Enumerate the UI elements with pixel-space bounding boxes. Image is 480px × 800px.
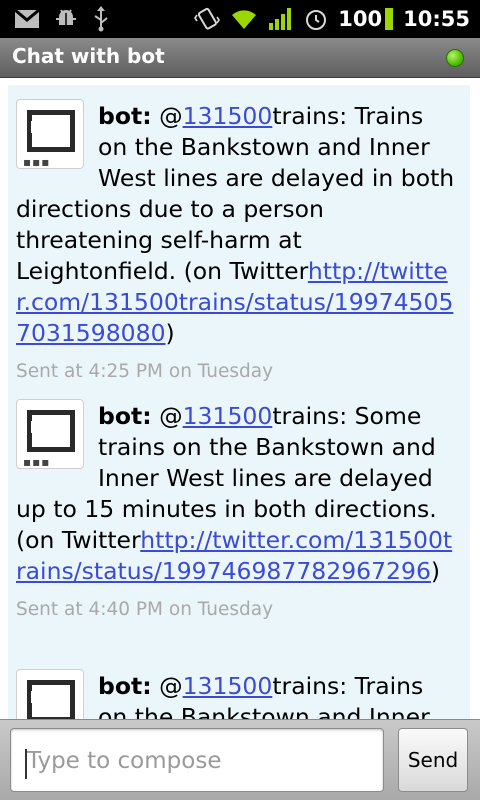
at-sign: @ [159,672,183,700]
mention-link[interactable]: 131500 [183,402,273,430]
status-bar-system: 100 10:55 [194,6,470,32]
at-sign: @ [159,402,183,430]
title-bar: Chat with bot [0,38,480,78]
avatar-menu-dots: ▪▪▪ [23,455,51,469]
message-item[interactable]: ▪▪▪ bot: @131500trains: Some trains on t… [16,391,456,620]
android-debug-icon [56,9,76,25]
presence-status-icon [446,49,464,67]
alarm-icon [306,10,327,30]
message-item[interactable]: ▪▪▪ bot: @131500trains: Trains on the Ba… [16,91,456,382]
signal-icon [269,8,292,30]
usb-icon [94,6,108,32]
chat-title: Chat with bot [12,44,165,68]
bot-avatar[interactable]: ▪▪▪ [16,669,84,719]
message-item[interactable]: ▪▪▪ bot: @131500trains: Trains on the Ba… [16,661,456,719]
avatar-menu-dots: ▪▪▪ [23,155,51,169]
message-timestamp: Sent at 4:40 PM on Tuesday [16,599,274,620]
bot-avatar[interactable]: ▪▪▪ [16,99,84,169]
send-button-label: Send [407,748,459,772]
status-bar: 100 10:55 [0,0,480,38]
at-sign: @ [159,102,183,130]
send-button[interactable]: Send [398,728,468,792]
chat-panel: ▪▪▪ bot: @131500trains: Trains on the Ba… [8,85,470,719]
wifi-icon [232,10,257,29]
compose-placeholder: Type to compose [27,748,222,774]
avatar-frame-gap [31,121,51,133]
avatar-frame-gap [31,691,51,703]
gmail-icon [14,9,40,28]
bot-avatar[interactable]: ▪▪▪ [16,399,84,469]
battery-level: 100 [338,7,383,31]
chat-history[interactable]: ▪▪▪ bot: @131500trains: Trains on the Ba… [0,79,480,719]
avatar-frame-gap [31,421,51,433]
message-sender: bot: [98,402,152,430]
status-bar-notifications [14,6,110,32]
message-text-end: ) [165,319,175,347]
message-text-end: ) [430,557,441,585]
compose-bar: Type to compose Send [0,719,480,800]
clock: 10:55 [403,7,470,31]
battery-icon: 100 [338,7,394,31]
battery-fill [385,8,394,30]
mention-link[interactable]: 131500 [183,102,273,130]
message-timestamp: Sent at 4:25 PM on Tuesday [16,361,274,382]
message-sender: bot: [98,672,152,700]
compose-input[interactable]: Type to compose [10,728,384,792]
vibrate-icon [194,7,221,30]
message-sender: bot: [98,102,152,130]
mention-link[interactable]: 131500 [183,672,273,700]
